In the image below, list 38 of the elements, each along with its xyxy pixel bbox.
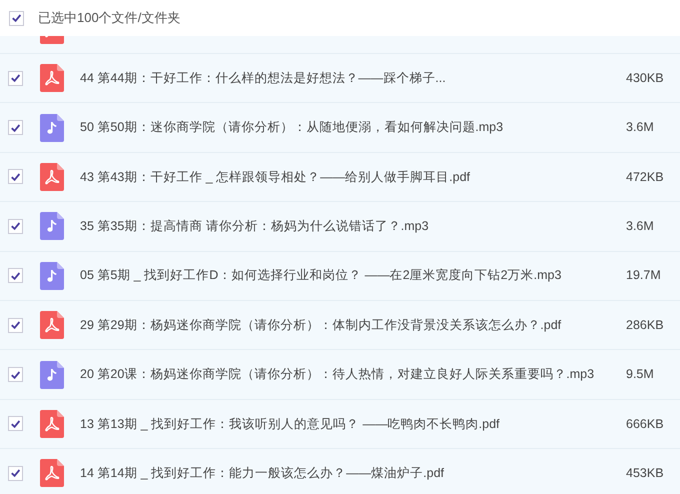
file-name[interactable]: 13 第13期 _ 找到好工作：我该听别人的意见吗？ ——吃鸭肉不长鸭肉.pdf <box>80 414 626 434</box>
checkbox[interactable] <box>9 10 24 26</box>
file-name[interactable]: 50 第50期：迷你商学院（请你分析）：从随地便溺，看如何解决问题.mp3 <box>80 118 626 137</box>
checkbox[interactable] <box>8 169 23 184</box>
music-file-icon <box>40 360 64 389</box>
checkbox[interactable] <box>8 70 23 86</box>
selection-count: 已选中100个文件/文件夹 <box>38 9 180 28</box>
file-name[interactable]: 29 第29期：杨妈迷你商学院（请你分析）：体制内工作没背景没关系该怎么办？.pdf <box>80 316 626 335</box>
file-name[interactable]: 14 第14期 _ 找到好工作：能力一般该怎么办？——煤油炉子.pdf <box>80 464 626 483</box>
file-name[interactable]: 35 第35期：提高情商 请你分析：杨妈为什么说错话了？.mp3 <box>80 216 626 236</box>
checkbox[interactable] <box>8 416 23 432</box>
file-size: 9.5M <box>626 366 654 384</box>
checkbox[interactable] <box>8 367 23 382</box>
checkbox[interactable] <box>8 218 23 234</box>
file-size: 286KB <box>626 316 664 334</box>
file-name[interactable]: 20 第20课：杨妈迷你商学院（请你分析）：待人热情，对建立良好人际关系重要吗？.mp3 <box>80 365 626 384</box>
file-size: 430KB <box>626 70 664 87</box>
pdf-file-icon <box>40 162 64 191</box>
file-size: 453KB <box>626 464 664 482</box>
music-file-icon <box>40 212 64 240</box>
music-file-icon <box>40 262 64 290</box>
file-size: 19.7M <box>626 267 661 284</box>
checkbox[interactable] <box>8 466 23 481</box>
file-name[interactable]: 44 第44期：干好工作：什么样的想法是好想法？——踩个梯子... <box>80 68 626 88</box>
pdf-file-icon <box>40 64 64 92</box>
pdf-file-icon <box>40 410 64 438</box>
file-size: 3.6M <box>626 218 654 235</box>
file-size: 666KB <box>626 416 664 433</box>
checkbox[interactable] <box>8 318 23 333</box>
file-name[interactable]: 05 第5期 _ 找到好工作D：如何选择行业和岗位？ ——在2厘米宽度向下钻2万米.mp3 <box>80 266 626 286</box>
checkbox[interactable] <box>8 120 23 136</box>
file-name[interactable]: 43 第43期：干好工作 _ 怎样跟领导相处？——给别人做手脚耳目.pdf <box>80 168 626 186</box>
music-file-icon <box>40 114 64 142</box>
pdf-file-icon <box>40 311 64 340</box>
file-size: 3.6M <box>626 119 654 136</box>
checkbox[interactable] <box>8 268 23 284</box>
pdf-file-icon <box>40 459 64 488</box>
file-size: 472KB <box>626 168 664 186</box>
